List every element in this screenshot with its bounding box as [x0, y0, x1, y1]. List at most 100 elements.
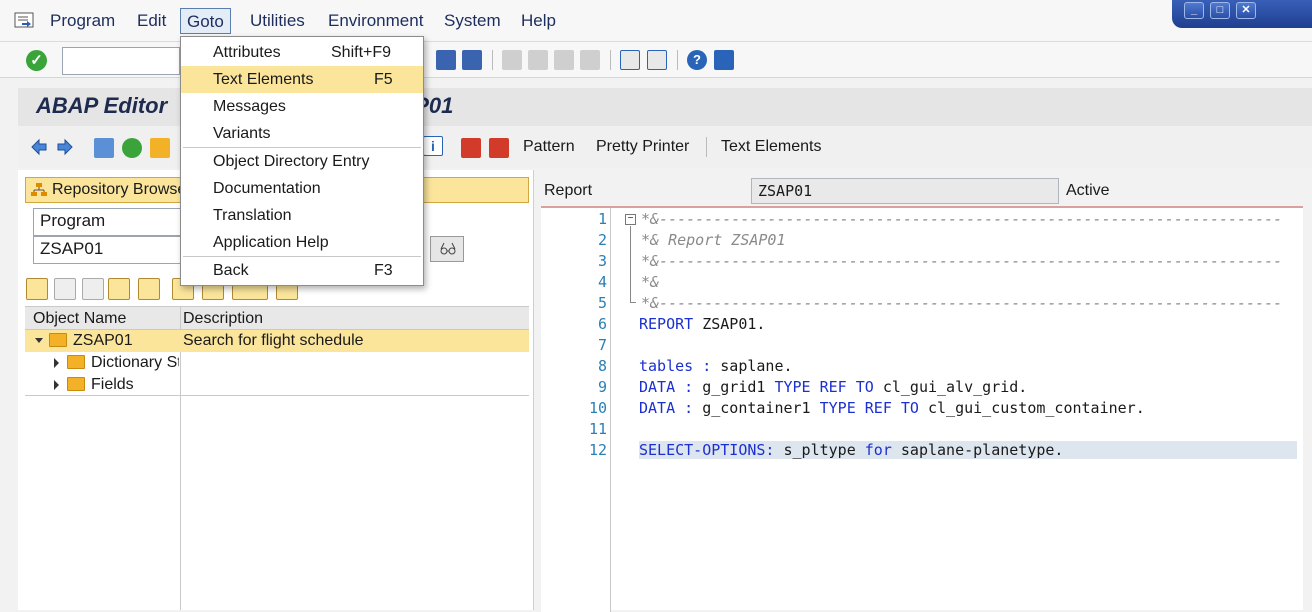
- line-number: 10: [588, 399, 607, 417]
- session-breakpoint-icon[interactable]: [489, 138, 509, 158]
- command-field[interactable]: [62, 47, 180, 75]
- menu-item-attributes[interactable]: Attributes Shift+F9: [181, 39, 423, 66]
- menu-item-label: Variants: [213, 125, 271, 142]
- pattern-button[interactable]: Pattern: [523, 138, 575, 156]
- menu-system[interactable]: System: [438, 8, 507, 34]
- display-change-icon[interactable]: [94, 138, 114, 158]
- menu-help[interactable]: Help: [515, 8, 562, 34]
- tree-node-label: Fields: [91, 376, 134, 393]
- tree-node-dictionary[interactable]: Dictionary St: [25, 352, 529, 374]
- pretty-printer-button[interactable]: Pretty Printer: [596, 138, 689, 156]
- code-line[interactable]: *&--------------------------------------…: [641, 252, 1301, 270]
- maximize-icon[interactable]: □: [1210, 2, 1230, 19]
- line-number: 7: [597, 336, 607, 354]
- report-label: Report: [544, 182, 593, 199]
- forward-nav-icon[interactable]: [54, 278, 76, 300]
- code-editor[interactable]: − 1 2 3 4 5 6 7 8 9 10 11 12 *&---------…: [541, 206, 1303, 612]
- menu-item-label: Object Directory Entry: [213, 153, 370, 170]
- menu-item-label: Translation: [213, 207, 292, 224]
- menu-goto[interactable]: Goto: [180, 8, 231, 34]
- menu-utilities[interactable]: Utilities: [244, 8, 311, 34]
- info-icon[interactable]: i: [423, 136, 443, 156]
- menu-item-shortcut: F3: [374, 262, 393, 279]
- text-elements-button[interactable]: Text Elements: [721, 138, 821, 156]
- expand-triangle-icon[interactable]: [53, 380, 61, 390]
- previous-page-icon[interactable]: [528, 50, 548, 70]
- code-line[interactable]: *& Report ZSAP01: [641, 231, 786, 249]
- menu-item-text-elements[interactable]: Text Elements F5: [181, 66, 423, 93]
- code-line[interactable]: *&--------------------------------------…: [641, 294, 1301, 312]
- menu-item-application-help[interactable]: Application Help: [181, 229, 423, 256]
- close-icon[interactable]: ✕: [1236, 2, 1256, 19]
- last-page-icon[interactable]: [580, 50, 600, 70]
- toolbar-separator: [677, 50, 678, 70]
- window-controls: _ □ ✕: [1172, 0, 1312, 28]
- tree-node-description: Search for flight schedule: [183, 332, 364, 349]
- activate-icon[interactable]: [122, 138, 142, 158]
- expand-triangle-icon[interactable]: [53, 358, 61, 368]
- code-line[interactable]: tables : saplane.: [639, 357, 793, 375]
- minimize-icon[interactable]: _: [1184, 2, 1204, 19]
- object-type-select[interactable]: Program: [33, 208, 183, 236]
- other-object-icon[interactable]: [150, 138, 170, 158]
- tree-node-zsap01[interactable]: ZSAP01 Search for flight schedule: [25, 330, 529, 352]
- menu-item-messages[interactable]: Messages: [181, 93, 423, 120]
- menu-item-label: Documentation: [213, 180, 321, 197]
- tree-node-label: ZSAP01: [73, 332, 133, 349]
- back-arrow-icon[interactable]: [30, 138, 48, 156]
- code-line[interactable]: DATA : g_grid1 TYPE REF TO cl_gui_alv_gr…: [639, 378, 1027, 396]
- collapse-triangle-icon[interactable]: [35, 337, 43, 345]
- toolbar-separator: [492, 50, 493, 70]
- line-number: 4: [597, 273, 607, 291]
- fold-line: [630, 226, 631, 302]
- next-page-icon[interactable]: [554, 50, 574, 70]
- collapse-icon[interactable]: [138, 278, 160, 300]
- breakpoint-icon[interactable]: [461, 138, 481, 158]
- code-line[interactable]: *&--------------------------------------…: [641, 210, 1301, 228]
- shortcut-icon[interactable]: [647, 50, 667, 70]
- menu-item-back[interactable]: Back F3: [181, 257, 423, 284]
- fold-toggle-icon[interactable]: −: [625, 214, 636, 225]
- back-nav-icon[interactable]: [26, 278, 48, 300]
- find-icon[interactable]: [436, 50, 456, 70]
- expand-icon[interactable]: [108, 278, 130, 300]
- menu-environment[interactable]: Environment: [322, 8, 429, 34]
- layout-menu-icon[interactable]: [714, 50, 734, 70]
- up-nav-icon[interactable]: [82, 278, 104, 300]
- menu-item-variants[interactable]: Variants: [181, 120, 423, 147]
- code-line[interactable]: DATA : g_container1 TYPE REF TO cl_gui_c…: [639, 399, 1145, 417]
- object-name-input[interactable]: ZSAP01: [33, 236, 183, 264]
- help-icon[interactable]: ?: [687, 50, 707, 70]
- menu-icon[interactable]: [14, 11, 36, 29]
- line-number: 1: [597, 210, 607, 228]
- menu-item-shortcut: Shift+F9: [331, 44, 392, 61]
- code-line[interactable]: *&: [641, 273, 659, 291]
- new-session-icon[interactable]: [620, 50, 640, 70]
- enter-icon[interactable]: ✓: [26, 50, 47, 71]
- line-number: 5: [597, 294, 607, 312]
- line-number: 2: [597, 231, 607, 249]
- repository-browser-label: Repository Browse: [52, 181, 187, 198]
- code-line-current[interactable]: SELECT-OPTIONS: s_pltype for saplane-pla…: [639, 441, 1297, 459]
- tree-node-label: Dictionary St: [91, 354, 179, 371]
- code-line[interactable]: REPORT ZSAP01.: [639, 315, 765, 333]
- first-page-icon[interactable]: [502, 50, 522, 70]
- column-object-name: Object Name: [33, 310, 127, 327]
- toolbar-separator: [706, 137, 707, 157]
- menu-item-documentation[interactable]: Documentation: [181, 175, 423, 202]
- line-number: 6: [597, 315, 607, 333]
- menu-edit[interactable]: Edit: [131, 8, 172, 34]
- menu-item-object-directory-entry[interactable]: Object Directory Entry: [181, 148, 423, 175]
- find-next-icon[interactable]: [462, 50, 482, 70]
- menu-item-label: Messages: [213, 98, 286, 115]
- menu-item-translation[interactable]: Translation: [181, 202, 423, 229]
- folder-icon: [49, 333, 67, 347]
- goto-dropdown-menu: Attributes Shift+F9 Text Elements F5 Mes…: [180, 36, 424, 286]
- tree-header: Object Name Description: [25, 306, 529, 330]
- menu-item-shortcut: F5: [374, 71, 393, 88]
- forward-arrow-icon[interactable]: [56, 138, 74, 156]
- tree-node-fields[interactable]: Fields: [25, 374, 529, 396]
- line-number: 3: [597, 252, 607, 270]
- menu-program[interactable]: Program: [44, 8, 121, 34]
- display-button[interactable]: [430, 236, 464, 262]
